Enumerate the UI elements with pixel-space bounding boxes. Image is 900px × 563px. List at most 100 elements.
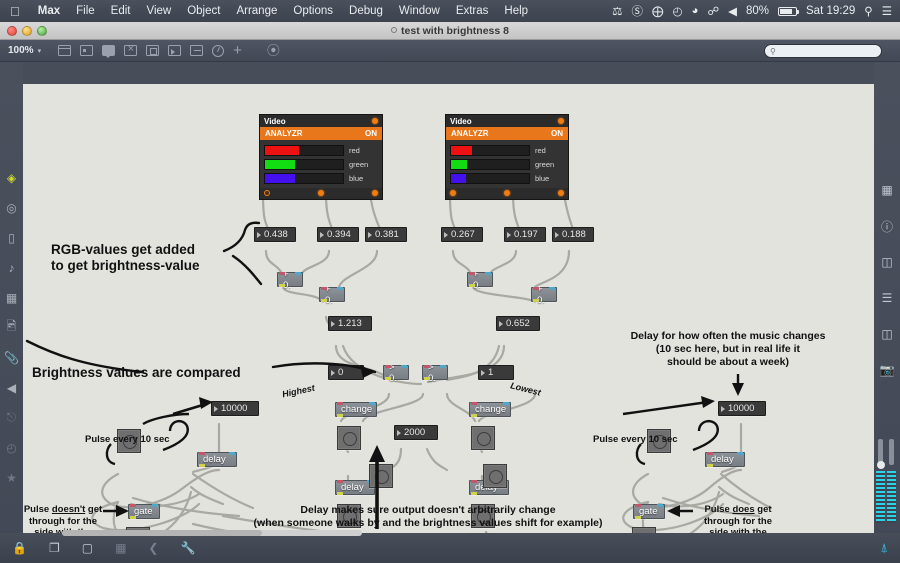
bang-object[interactable]	[369, 464, 393, 488]
film-icon[interactable]: ▦	[4, 290, 19, 305]
gate-object-right[interactable]: gate	[633, 504, 665, 519]
video-analyzer-right[interactable]: Video ANALYZR ON red green blue	[445, 114, 569, 200]
list-icon[interactable]: ☰	[882, 4, 892, 18]
menu-item-view[interactable]: View	[138, 5, 179, 17]
analyzer-header-label: Video	[264, 116, 286, 126]
menu-item-window[interactable]: Window	[391, 5, 448, 17]
menu-item-max[interactable]: Max	[30, 5, 68, 17]
menu-item-arrange[interactable]: Arrange	[228, 5, 285, 17]
search-input[interactable]: ⚲	[764, 44, 882, 58]
dropbox-icon[interactable]: ⚖	[612, 4, 622, 18]
video-analyzer-left[interactable]: Video ANALYZR ON red green blue	[259, 114, 383, 200]
power-icon[interactable]: ⍋	[880, 540, 888, 556]
delay-object-left[interactable]: delay	[197, 452, 237, 467]
package-icon[interactable]: ◈	[4, 170, 19, 185]
add-icon[interactable]: +	[233, 43, 242, 58]
wrench-icon[interactable]: 🔧	[180, 541, 195, 555]
number-box-delay-right-10000[interactable]: 10000	[718, 401, 766, 416]
menu-item-file[interactable]: File	[68, 5, 103, 17]
grid-icon[interactable]: ▦	[879, 182, 895, 198]
star-icon[interactable]: ★	[4, 470, 19, 485]
message-box-icon[interactable]	[80, 45, 94, 56]
horizontal-scrollbar[interactable]	[62, 530, 362, 536]
analyzer-header: Video	[260, 115, 382, 127]
bang-object[interactable]	[337, 426, 361, 450]
analyzer-state[interactable]: ON	[551, 129, 563, 138]
slider-icon[interactable]	[190, 45, 204, 56]
bang-object[interactable]	[471, 426, 495, 450]
clock-icon[interactable]: ◴	[4, 440, 19, 455]
audio-meters[interactable]	[876, 439, 896, 523]
number-box-delay-left-10000[interactable]: 10000	[211, 401, 259, 416]
gate-object-left[interactable]: gate	[128, 504, 160, 519]
number-box-blue-right[interactable]: 0.188	[552, 227, 594, 242]
add-object-left-2[interactable]: + 0.	[319, 284, 345, 306]
add-object-right-2[interactable]: + 0.	[531, 284, 557, 306]
meter-knob[interactable]	[876, 461, 885, 469]
music-note-icon[interactable]: ♪	[4, 260, 19, 275]
columns-icon[interactable]: ◫	[879, 254, 895, 270]
number-box-brightness-left[interactable]: 1.213	[328, 316, 372, 331]
menu-item-help[interactable]: Help	[496, 5, 536, 17]
toggle-icon[interactable]	[124, 43, 138, 56]
delay-object-right[interactable]: delay	[705, 452, 745, 467]
arrow-icon[interactable]: ❮	[148, 541, 158, 555]
menu-item-debug[interactable]: Debug	[341, 5, 391, 17]
menu-item-extras[interactable]: Extras	[448, 5, 497, 17]
info-icon[interactable]: ⓘ	[879, 218, 895, 234]
menu-item-object[interactable]: Object	[179, 5, 228, 17]
patcher-canvas[interactable]: Video ANALYZR ON red green blue Video AN…	[23, 84, 874, 533]
number-box-compare-left[interactable]: 0	[328, 365, 364, 380]
number-box-red-left[interactable]: 0.438	[254, 227, 296, 242]
bluetooth-icon[interactable]: ☍	[707, 4, 719, 18]
add-object-left-1[interactable]: + 0.	[277, 269, 303, 291]
number-box-green-left[interactable]: 0.394	[317, 227, 359, 242]
change-object-left[interactable]: change	[335, 402, 377, 417]
clip-icon[interactable]: 📎	[4, 350, 19, 365]
number-box-red-right[interactable]: 0.267	[441, 227, 483, 242]
gauge-icon[interactable]	[212, 44, 225, 57]
plug-icon[interactable]: ◀	[4, 380, 19, 395]
comment-icon[interactable]	[102, 45, 116, 58]
number-box-blue-left[interactable]: 0.381	[365, 227, 407, 242]
number-box-delay-2000[interactable]: 2000	[394, 425, 438, 440]
number-box-icon[interactable]	[168, 45, 182, 56]
menu-item-edit[interactable]: Edit	[103, 5, 139, 17]
wifi-icon[interactable]: ◕	[692, 5, 699, 17]
outlet	[707, 464, 713, 467]
analyzer-state[interactable]: ON	[365, 129, 377, 138]
apple-icon[interactable]: 	[10, 5, 20, 18]
camera-icon[interactable]: 📷	[879, 362, 895, 378]
new-object-icon[interactable]	[58, 45, 72, 56]
clock-icon[interactable]: ◴	[672, 4, 682, 18]
no-entry-icon[interactable]: Ⓢ	[631, 3, 643, 19]
lock-icon[interactable]: 🔒	[12, 541, 27, 555]
two-pane-icon[interactable]: ◫	[879, 326, 895, 342]
number-box-brightness-right[interactable]: 0.652	[496, 316, 540, 331]
search-icon[interactable]: ⚲	[864, 4, 872, 18]
chevron-down-icon[interactable]: ▾	[38, 47, 42, 55]
bang-object[interactable]	[483, 464, 507, 488]
change-object-right[interactable]: change	[469, 402, 511, 417]
image-icon[interactable]: 🖻	[4, 319, 19, 335]
circle-plus-icon[interactable]: ⨁	[652, 4, 664, 18]
power-icon[interactable]: ⎋	[4, 410, 19, 425]
object-label: gate	[134, 506, 153, 517]
greater-than-object-left[interactable]: > 0.	[383, 362, 409, 384]
panel-icon[interactable]: ▯	[4, 230, 19, 245]
number-box-green-right[interactable]: 0.197	[504, 227, 546, 242]
number-box-compare-right[interactable]: 1	[478, 365, 514, 380]
list-icon[interactable]: ☰	[879, 290, 895, 306]
grid-icon[interactable]: ▦	[115, 541, 126, 555]
add-object-right-1[interactable]: + 0.	[467, 269, 493, 291]
clock-text: Sat 19:29	[806, 5, 856, 17]
menu-item-options[interactable]: Options	[285, 5, 341, 17]
button-icon[interactable]	[146, 45, 160, 56]
zoom-level[interactable]: 100%	[8, 45, 34, 56]
greater-than-object-right[interactable]: > 0.	[422, 362, 448, 384]
volume-icon[interactable]: ◀	[728, 4, 737, 18]
paint-icon[interactable]: ⦿	[267, 44, 280, 57]
layers-icon[interactable]: ❐	[49, 541, 60, 555]
target-icon[interactable]: ◎	[4, 200, 19, 215]
presentation-icon[interactable]: ▢	[82, 541, 93, 555]
